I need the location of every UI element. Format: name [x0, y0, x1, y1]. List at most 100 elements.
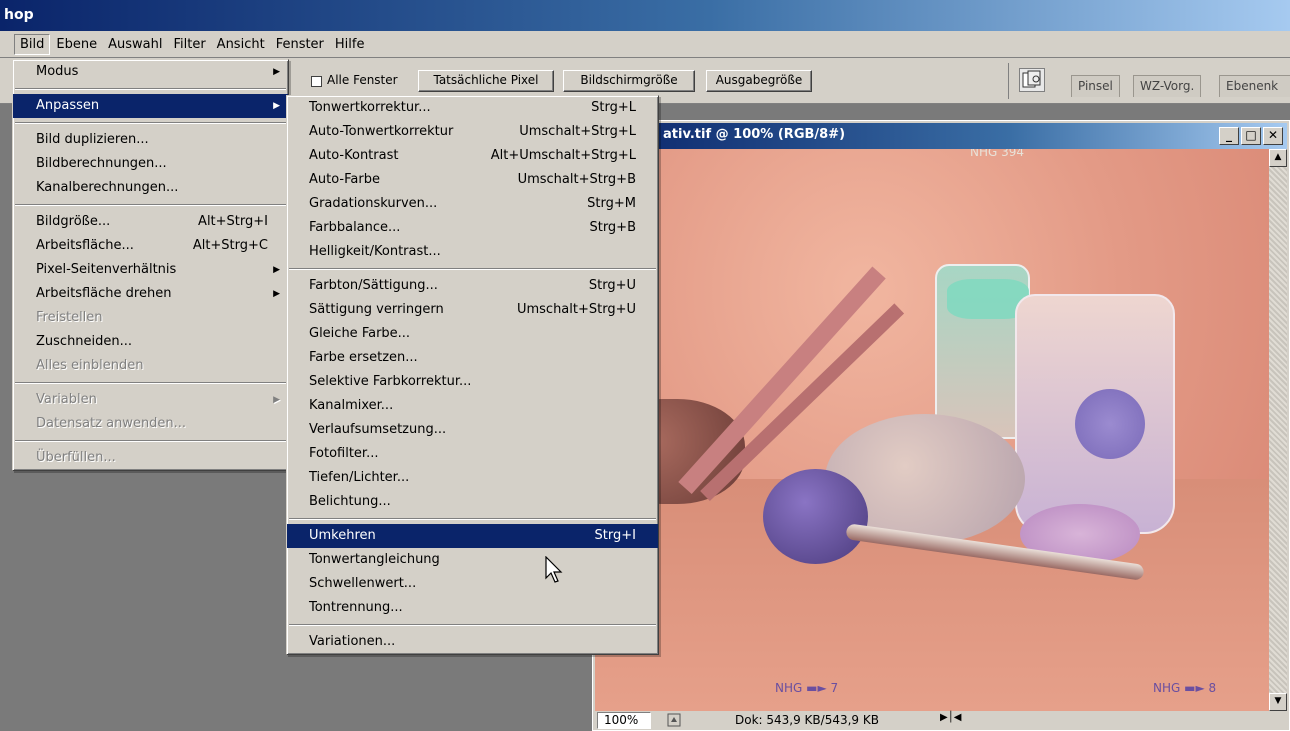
palette-tab-pinsel[interactable]: Pinsel	[1071, 75, 1120, 97]
menu-separator	[13, 436, 288, 446]
menu-item-auto-tonwertkorrektur[interactable]: Auto-Tonwertkorrektur Umschalt+Strg+L	[287, 120, 658, 144]
menu-item-tonwertangleichung[interactable]: Tonwertangleichung	[287, 548, 658, 572]
menu-separator	[287, 514, 658, 524]
fit-screen-button[interactable]: Bildschirmgröße	[563, 70, 695, 92]
submenu-arrow-icon: ▶	[273, 101, 280, 111]
submenu-arrow-icon: ▶	[273, 67, 280, 77]
lemon-slice	[1075, 389, 1145, 459]
menu-item-shortcut: Alt+Strg+C	[192, 238, 268, 253]
menu-item-fotofilter[interactable]: Fotofilter...	[287, 442, 658, 466]
menu-item-zuschneiden[interactable]: Zuschneiden...	[13, 330, 288, 354]
zoom-field[interactable]: 100%	[597, 712, 651, 729]
menu-item-label: Tonwertkorrektur...	[309, 100, 431, 115]
menu-item-gleiche-farbe[interactable]: Gleiche Farbe...	[287, 322, 658, 346]
menu-item-label: Auto-Farbe	[309, 172, 380, 187]
menu-bild[interactable]: Bild	[14, 33, 51, 55]
menu-hilfe[interactable]: Hilfe	[330, 35, 370, 54]
menu-item-bildgröße[interactable]: Bildgröße... Alt+Strg+I	[13, 210, 288, 234]
menu-item-auto-farbe[interactable]: Auto-Farbe Umschalt+Strg+B	[287, 168, 658, 192]
menu-item-tonwertkorrektur[interactable]: Tonwertkorrektur... Strg+L	[287, 96, 658, 120]
submenu-arrow-icon: ▶	[273, 395, 280, 405]
purple-fruit	[763, 469, 868, 564]
image-canvas[interactable]: NHG 394 NHG ▬► 7 NHG ▬► 8	[595, 149, 1269, 711]
menu-item-modus[interactable]: Modus ▶	[13, 60, 288, 84]
menu-item-shortcut: Alt+Umschalt+Strg+L	[490, 148, 636, 163]
menu-item-label: Modus	[36, 64, 79, 79]
print-size-button[interactable]: Ausgabegröße	[706, 70, 812, 92]
menu-item-kanalberechnungen[interactable]: Kanalberechnungen...	[13, 176, 288, 200]
menu-item-label: Kanalberechnungen...	[36, 180, 179, 195]
menu-item-anpassen[interactable]: Anpassen ▶	[13, 94, 288, 118]
menu-item-arbeitsfläche-drehen[interactable]: Arbeitsfläche drehen ▶	[13, 282, 288, 306]
menu-item-umkehren[interactable]: Umkehren Strg+I	[287, 524, 658, 548]
file-browser-icon[interactable]	[1019, 68, 1045, 92]
status-menu-arrow-icon[interactable]: ▶│◀	[940, 712, 961, 723]
menu-auswahl[interactable]: Auswahl	[103, 35, 167, 54]
status-icon[interactable]	[667, 713, 681, 730]
menu-item-belichtung[interactable]: Belichtung...	[287, 490, 658, 514]
menu-item-überfüllen: Überfüllen...	[13, 446, 288, 470]
scroll-up-arrow[interactable]: ▲	[1269, 149, 1287, 167]
scroll-down-arrow[interactable]: ▼	[1269, 693, 1287, 711]
submenu-arrow-icon: ▶	[273, 289, 280, 299]
menu-item-farbbalance[interactable]: Farbbalance... Strg+B	[287, 216, 658, 240]
menu-item-freistellen: Freistellen	[13, 306, 288, 330]
menu-item-tiefen-lichter[interactable]: Tiefen/Lichter...	[287, 466, 658, 490]
maximize-button[interactable]: □	[1241, 127, 1261, 145]
minimize-button[interactable]: _	[1219, 127, 1239, 145]
menu-item-label: Selektive Farbkorrektur...	[309, 374, 472, 389]
menu-item-label: Variablen	[36, 392, 97, 407]
menu-item-shortcut: Strg+M	[587, 196, 636, 211]
edge-label-bottom-left: NHG ▬► 7	[775, 681, 839, 695]
menu-item-arbeitsfläche[interactable]: Arbeitsfläche... Alt+Strg+C	[13, 234, 288, 258]
menu-fenster[interactable]: Fenster	[271, 35, 329, 54]
document-window: ativ.tif @ 100% (RGB/8#) _ □ ✕ NHG 394 N…	[592, 120, 1290, 731]
menu-item-label: Überfüllen...	[36, 450, 116, 465]
close-button[interactable]: ✕	[1263, 127, 1283, 145]
submenu-arrow-icon: ▶	[273, 265, 280, 275]
palette-well: Pinsel WZ-Vorg. Ebenenk	[1008, 63, 1290, 99]
menu-item-label: Belichtung...	[309, 494, 391, 509]
menu-item-label: Sättigung verringern	[309, 302, 444, 317]
menu-ebene[interactable]: Ebene	[51, 35, 102, 54]
actual-pixels-button[interactable]: Tatsächliche Pixel	[418, 70, 554, 92]
menu-item-variationen[interactable]: Variationen...	[287, 630, 658, 654]
menu-item-label: Farbbalance...	[309, 220, 401, 235]
menu-item-schwellenwert[interactable]: Schwellenwert...	[287, 572, 658, 596]
menu-item-sättigung-verringern[interactable]: Sättigung verringern Umschalt+Strg+U	[287, 298, 658, 322]
vertical-scrollbar[interactable]: ▲ ▼	[1269, 149, 1287, 711]
menu-item-shortcut: Strg+I	[594, 528, 636, 543]
palette-tab-ebenenkomp[interactable]: Ebenenk	[1219, 75, 1290, 97]
menu-item-kanalmixer[interactable]: Kanalmixer...	[287, 394, 658, 418]
document-title-bar[interactable]: ativ.tif @ 100% (RGB/8#) _ □ ✕	[595, 123, 1287, 149]
menu-item-label: Umkehren	[309, 528, 376, 543]
menu-item-label: Helligkeit/Kontrast...	[309, 244, 441, 259]
all-windows-checkbox[interactable]	[311, 76, 322, 87]
menu-ansicht[interactable]: Ansicht	[212, 35, 270, 54]
menu-item-shortcut: Umschalt+Strg+B	[517, 172, 636, 187]
menu-item-verlaufsumsetzung[interactable]: Verlaufsumsetzung...	[287, 418, 658, 442]
menu-item-farbton-sättigung[interactable]: Farbton/Sättigung... Strg+U	[287, 274, 658, 298]
menu-item-label: Schwellenwert...	[309, 576, 417, 591]
menu-item-tontrennung[interactable]: Tontrennung...	[287, 596, 658, 620]
menu-item-farbe-ersetzen[interactable]: Farbe ersetzen...	[287, 346, 658, 370]
menu-item-label: Anpassen	[36, 98, 100, 113]
menu-item-bildberechnungen[interactable]: Bildberechnungen...	[13, 152, 288, 176]
menu-item-gradationskurven[interactable]: Gradationskurven... Strg+M	[287, 192, 658, 216]
menu-item-datensatz-anwenden: Datensatz anwenden...	[13, 412, 288, 436]
document-size-info: Dok: 543,9 KB/543,9 KB	[735, 713, 879, 727]
menu-item-helligkeit-kontrast[interactable]: Helligkeit/Kontrast...	[287, 240, 658, 264]
menu-item-auto-kontrast[interactable]: Auto-Kontrast Alt+Umschalt+Strg+L	[287, 144, 658, 168]
menu-item-label: Verlaufsumsetzung...	[309, 422, 447, 437]
menu-filter[interactable]: Filter	[168, 35, 210, 54]
app-title-bar: hop	[0, 0, 1290, 31]
menu-item-pixel-seitenverhältnis[interactable]: Pixel-Seitenverhältnis ▶	[13, 258, 288, 282]
menu-item-shortcut: Umschalt+Strg+L	[519, 124, 636, 139]
palette-tab-wz-vorg[interactable]: WZ-Vorg.	[1133, 75, 1202, 97]
menu-item-shortcut: Strg+L	[591, 100, 636, 115]
menu-item-label: Gradationskurven...	[309, 196, 438, 211]
menu-item-bild-duplizieren[interactable]: Bild duplizieren...	[13, 128, 288, 152]
menu-item-selektive-farbkorrektur[interactable]: Selektive Farbkorrektur...	[287, 370, 658, 394]
menu-item-shortcut: Strg+U	[588, 278, 636, 293]
bild-menu: Modus ▶ Anpassen ▶ Bild duplizieren... Bildbe…	[12, 59, 289, 471]
